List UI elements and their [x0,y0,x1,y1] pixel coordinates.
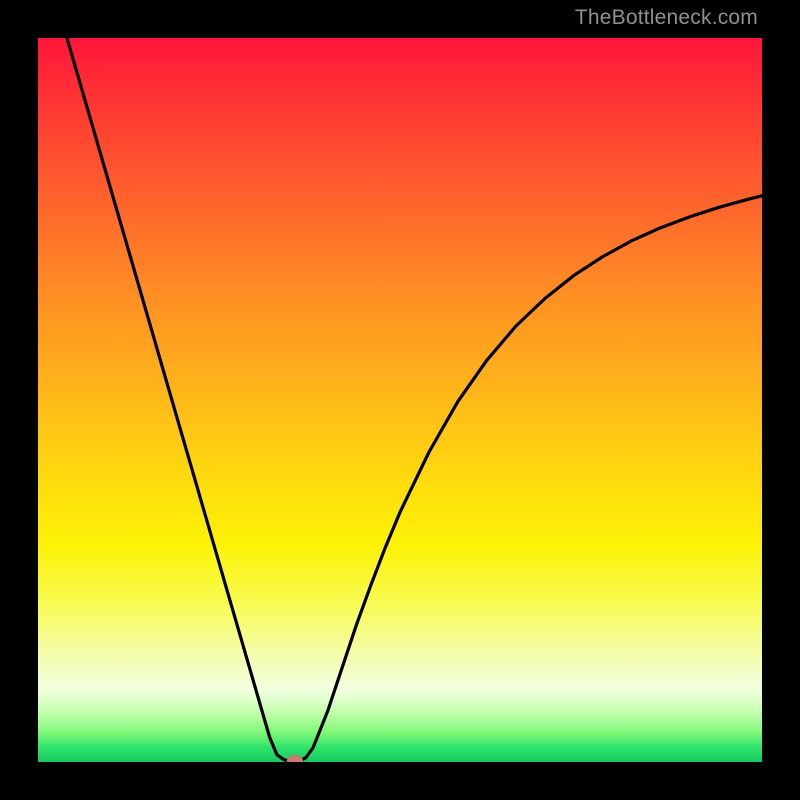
plot-area [38,38,762,762]
optimal-point-marker [287,755,303,762]
bottleneck-curve [38,38,762,762]
chart-frame: TheBottleneck.com [0,0,800,800]
attribution-text: TheBottleneck.com [575,6,758,30]
